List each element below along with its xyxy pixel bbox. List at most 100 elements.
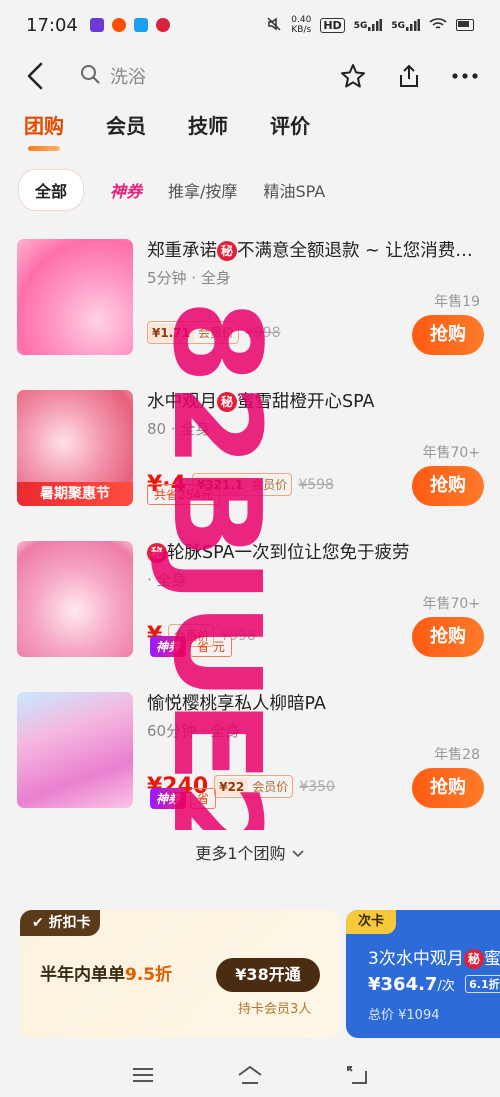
deal-image: [17, 239, 133, 355]
deal-item[interactable]: 秘轮脉SPA一次到位让您免于疲劳 · 全身 年售70+ ¥ 会员价 ¥998 抢…: [0, 527, 500, 678]
app-icon-red: [155, 18, 170, 32]
secret-badge: 秘: [147, 543, 167, 563]
subtab-coupon[interactable]: 神券: [110, 178, 142, 202]
deal-title-part: 蜜雪甜橙开心SPA: [237, 392, 375, 412]
signal-1-label: 5G: [353, 21, 368, 31]
times-card-title-tail: 蜜: [483, 949, 500, 969]
secret-badge: 秘: [217, 241, 237, 261]
deal-title: 愉悦樱桃享私人柳暗PA: [147, 690, 487, 715]
card-holders: 持卡会员3人: [238, 1002, 312, 1017]
net-speed-unit: KB/s: [291, 25, 312, 35]
check-icon: ✔: [32, 915, 44, 931]
promo-row: 神券 省 元: [150, 636, 232, 657]
promo-row: 神券 省: [150, 788, 217, 809]
deal-sales: 年售70+: [422, 596, 480, 612]
status-bar: 17:04 0.40 KB/s HD 5G 5G: [0, 0, 500, 50]
system-nav-bar: [0, 1057, 500, 1097]
deal-item[interactable]: 愉悦樱桃享私人柳暗PA 60分钟 · 全身 年售28 ¥240 ¥22 会员价 …: [0, 678, 500, 829]
discount-text-highlight: 9.5折: [125, 965, 173, 985]
discount-card-badge-label: 折扣卡: [48, 915, 91, 931]
times-card-title-text: 3次水中观月: [368, 949, 464, 969]
tab-technician[interactable]: 技师: [188, 110, 228, 139]
deal-meta: 80 · 全身: [147, 420, 211, 438]
price-row: ¥1.71 会员价 ¥998: [147, 321, 281, 344]
save-tag[interactable]: 共省254元: [147, 484, 220, 505]
subtab-all[interactable]: 全部: [18, 169, 85, 211]
favorite-star-icon[interactable]: [338, 61, 368, 91]
search-box[interactable]: 洗浴: [80, 63, 146, 89]
deal-title-part: 享私人柳暗PA: [217, 694, 326, 714]
times-card-title: 3次水中观月秘蜜: [368, 944, 500, 969]
subtab-spa[interactable]: 精油SPA: [263, 178, 325, 202]
more-deals-label: 更多1个团购: [195, 844, 286, 863]
original-price: ¥350: [299, 778, 335, 795]
tab-group-buy[interactable]: 团购: [24, 110, 64, 151]
buy-button[interactable]: 抢购: [412, 768, 484, 808]
times-card-total: 总价 ¥1094: [368, 1008, 440, 1023]
save-tag[interactable]: 省 元: [190, 636, 232, 657]
save-tag[interactable]: 省: [190, 788, 217, 809]
more-deals-link[interactable]: 更多1个团购: [0, 840, 500, 864]
deal-title-part: 郑重承诺: [147, 241, 217, 261]
battery-icon: [456, 19, 474, 31]
search-icon: [80, 64, 100, 89]
app-icon-blue: [133, 18, 148, 32]
search-text: 洗浴: [110, 67, 146, 88]
buy-button[interactable]: 抢购: [412, 617, 484, 657]
deal-image: [17, 692, 133, 808]
buy-button[interactable]: 抢购: [412, 315, 484, 355]
member-price-box: ¥22 会员价: [214, 775, 294, 798]
times-card-price-unit: /次: [437, 979, 455, 994]
signal-icon-2: 5G: [391, 19, 420, 31]
deal-title: 水中观月秘蜜雪甜橙开心SPA: [147, 388, 487, 413]
deal-title-part: 不满意全额退款 ~ 让您消费无忧: [237, 241, 487, 261]
deal-title: 秘轮脉SPA一次到位让您免于疲劳: [147, 539, 487, 564]
secret-badge: 秘: [217, 392, 237, 412]
coupon-tag: 神券: [150, 636, 187, 657]
deal-title: 郑重承诺秘不满意全额退款 ~ 让您消费无忧: [147, 237, 487, 262]
share-icon[interactable]: [394, 61, 424, 91]
tab-review[interactable]: 评价: [270, 110, 310, 139]
back-nav-icon[interactable]: [346, 1065, 368, 1089]
times-card[interactable]: 次卡 3次水中观月秘蜜 ¥364.7/次 6.1折 总价 ¥1094: [346, 910, 500, 1038]
home-icon[interactable]: [237, 1065, 263, 1089]
net-speed-value: 0.40: [291, 15, 312, 25]
signal-icon-1: 5G: [354, 19, 383, 31]
subtab-massage[interactable]: 推拿/按摩: [168, 178, 237, 202]
back-icon[interactable]: [20, 61, 50, 91]
discount-card-badge: ✔ 折扣卡: [20, 910, 100, 936]
buy-button[interactable]: 抢购: [412, 466, 484, 506]
top-bar: 洗浴: [0, 50, 500, 102]
mute-icon: [266, 16, 282, 35]
times-card-price-value: ¥364.7: [368, 974, 438, 995]
app-icon-k: [89, 18, 104, 32]
more-icon[interactable]: [450, 61, 480, 91]
member-price-box: ¥1.71 会员价: [147, 321, 239, 344]
member-label: 会员价: [252, 780, 289, 794]
deal-meta: 5分钟 · 全身: [147, 269, 231, 287]
signal-2-label: 5G: [391, 21, 405, 31]
discount-card-text: 半年内单单9.5折: [40, 960, 172, 985]
deal-item[interactable]: 暑期聚惠节 水中观月秘蜜雪甜橙开心SPA 80 · 全身 年售70+ ¥·4 ¥…: [0, 376, 500, 527]
hd-icon: HD: [320, 17, 345, 33]
main-tabs: 团购 会员 技师 评价: [24, 110, 310, 151]
deal-image: 暑期聚惠节: [17, 390, 133, 506]
chevron-down-icon: [291, 844, 305, 863]
deal-sales: 年售28: [434, 747, 480, 763]
menu-icon[interactable]: [132, 1067, 154, 1087]
status-time: 17:04: [26, 14, 78, 36]
deal-title-part: 轮脉SPA一次到位让您免于疲劳: [167, 543, 410, 563]
original-price: ¥598: [298, 476, 334, 493]
open-card-button[interactable]: ¥38开通: [216, 958, 320, 992]
deal-item[interactable]: 郑重承诺秘不满意全额退款 ~ 让您消费无忧 5分钟 · 全身 年售19 ¥1.7…: [0, 225, 500, 376]
original-price: ¥998: [244, 324, 281, 341]
member-price: ¥1.71: [148, 323, 194, 342]
deal-image: [17, 541, 133, 657]
tab-member[interactable]: 会员: [106, 110, 146, 139]
discount-card[interactable]: ✔ 折扣卡 半年内单单9.5折 ¥38开通 持卡会员3人: [20, 910, 340, 1038]
promo-banner: 暑期聚惠节: [17, 482, 133, 506]
deal-meta: 60分钟 · 全身: [147, 722, 241, 740]
deal-list: 郑重承诺秘不满意全额退款 ~ 让您消费无忧 5分钟 · 全身 年售19 ¥1.7…: [0, 225, 500, 829]
app-icon-taobao: [111, 18, 126, 32]
secret-badge: 秘: [463, 949, 484, 969]
